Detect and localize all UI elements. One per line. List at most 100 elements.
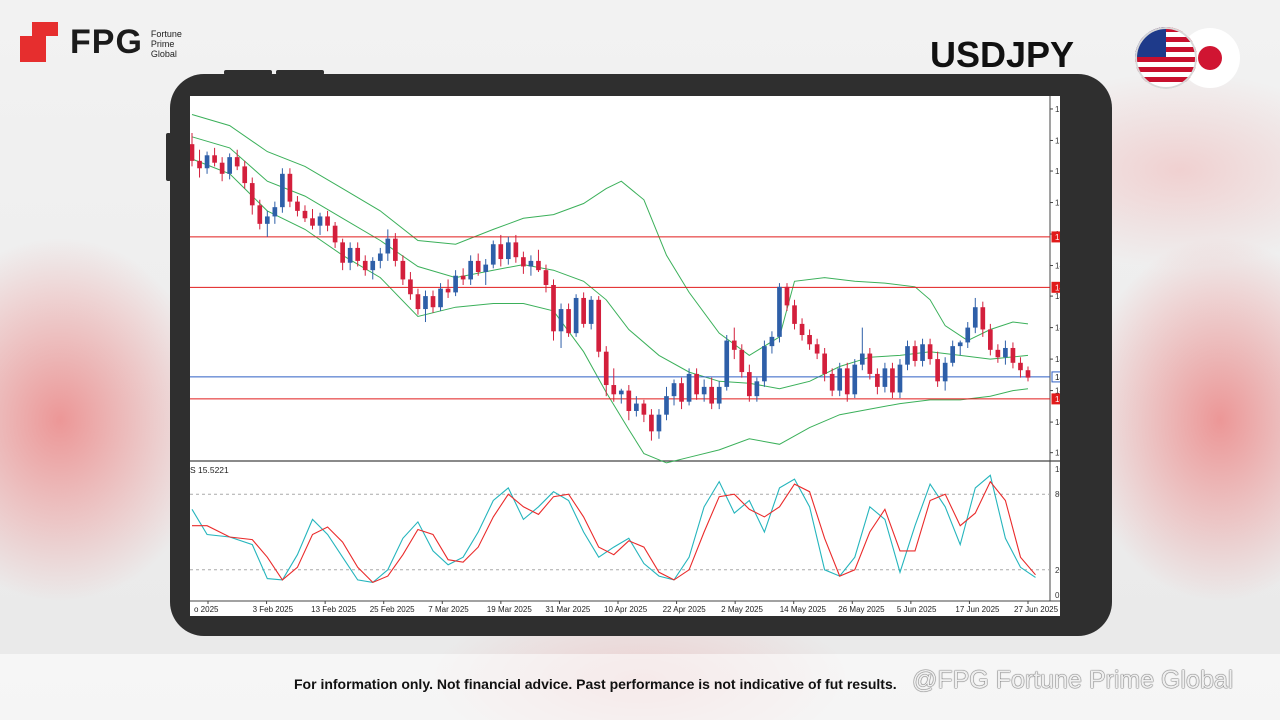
candle-body [370, 260, 376, 271]
candle-body [355, 247, 361, 261]
candle-body [302, 210, 308, 219]
candle-body [249, 183, 255, 206]
candle-body [498, 244, 504, 260]
time-tick-label: 27 Jun 2025 [1014, 605, 1059, 614]
candle-body [1025, 370, 1031, 378]
price-tick-label: 156.400 [1055, 136, 1060, 145]
candle-body [505, 242, 511, 260]
candle-body [701, 386, 707, 395]
candle-body [317, 216, 323, 226]
candle-body [784, 286, 790, 306]
candle-body [295, 201, 300, 211]
candle-body [905, 346, 910, 365]
candle-body [950, 346, 956, 363]
candle-body [649, 414, 654, 432]
candle-body [927, 344, 933, 360]
osc-indicator-label: S 15.5221 [190, 465, 229, 475]
candle-body [362, 260, 368, 271]
candle-body [912, 346, 918, 361]
time-tick-label: 25 Feb 2025 [370, 605, 415, 614]
candle-body [890, 368, 895, 393]
logo-text: FPG [70, 22, 143, 61]
candle-body [513, 242, 519, 258]
candle-body [626, 390, 632, 411]
candle-body [543, 270, 549, 285]
logo-subtitle: Fortune Prime Global [150, 29, 182, 59]
candle-body [792, 305, 797, 324]
candle-body [536, 260, 541, 271]
candle-body [558, 309, 564, 332]
candle-body [272, 207, 278, 217]
candle-body [897, 364, 903, 393]
candle-body [521, 257, 526, 267]
candle-body [875, 373, 880, 387]
candle-body [430, 296, 436, 308]
candle-body [227, 157, 232, 174]
price-tick-label: 149.650 [1055, 262, 1060, 271]
fpg-logo-icon [18, 20, 62, 64]
time-tick-label: 14 May 2025 [780, 605, 827, 614]
candle-body [219, 162, 225, 174]
price-tick-label: 139.550 [1055, 449, 1060, 458]
bollinger-lower-line [191, 158, 1029, 464]
candle-body [762, 346, 767, 382]
watermark: @FPG Fortune Prime Global [912, 666, 1234, 694]
candle-body [280, 173, 285, 208]
candle-body [852, 364, 858, 395]
candle-body [332, 225, 338, 243]
candle-body [746, 372, 752, 397]
candle-body [1010, 347, 1016, 363]
price-tick-label: 158.100 [1055, 105, 1060, 114]
time-tick-label: 22 Apr 2025 [663, 605, 707, 614]
osc-tick-label: 0 [1055, 591, 1060, 600]
time-tick-label: 19 Mar 2025 [487, 605, 532, 614]
candle-body [724, 340, 730, 387]
candle-body [769, 336, 775, 347]
candle-body [460, 275, 466, 280]
candle-body [385, 238, 391, 254]
price-tick-label: 141.200 [1055, 418, 1060, 427]
candle-body [920, 344, 925, 361]
price-tick-label: 144.600 [1055, 355, 1060, 364]
time-tick-label: 31 Mar 2025 [545, 605, 590, 614]
candle-body [340, 242, 345, 263]
candle-body [671, 383, 677, 397]
time-tick-label: 26 May 2025 [838, 605, 885, 614]
candle-body [694, 373, 699, 395]
time-tick-label: 3 Feb 2025 [253, 605, 294, 614]
candle-body [347, 247, 353, 263]
candle-body [596, 299, 602, 352]
candle-body [988, 329, 993, 350]
fpg-logo: FPG Fortune Prime Global [18, 20, 182, 64]
candle-body [935, 359, 940, 382]
candle-body [867, 353, 873, 374]
candle-body [588, 299, 594, 324]
osc-tick-label: 20 [1055, 566, 1060, 575]
candle-body [287, 173, 293, 202]
candle-body [965, 327, 971, 343]
time-tick-label: 13 Feb 2025 [311, 605, 356, 614]
candle-body [995, 349, 1001, 358]
time-tick-label: 5 Jun 2025 [897, 605, 937, 614]
candle-body [189, 144, 195, 161]
candle-body [475, 260, 481, 273]
candle-body [415, 294, 421, 310]
candle-body [716, 386, 722, 404]
candle-body [942, 362, 948, 382]
candle-body [679, 383, 684, 402]
candle-body [603, 351, 609, 386]
flags [1132, 26, 1242, 92]
candle-body [197, 160, 202, 169]
candle-body [882, 368, 888, 387]
candle-body [799, 323, 805, 336]
price-tick-label: 148.000 [1055, 292, 1060, 301]
level-label: 143.638 [1055, 373, 1060, 382]
candle-body [731, 340, 737, 350]
candle-body [264, 216, 270, 224]
candle-body [393, 238, 398, 261]
candle-body [400, 260, 406, 280]
candle-body [377, 253, 383, 261]
price-tick-label: 153.050 [1055, 199, 1060, 208]
candle-body [822, 353, 827, 374]
candle-body [483, 264, 489, 273]
